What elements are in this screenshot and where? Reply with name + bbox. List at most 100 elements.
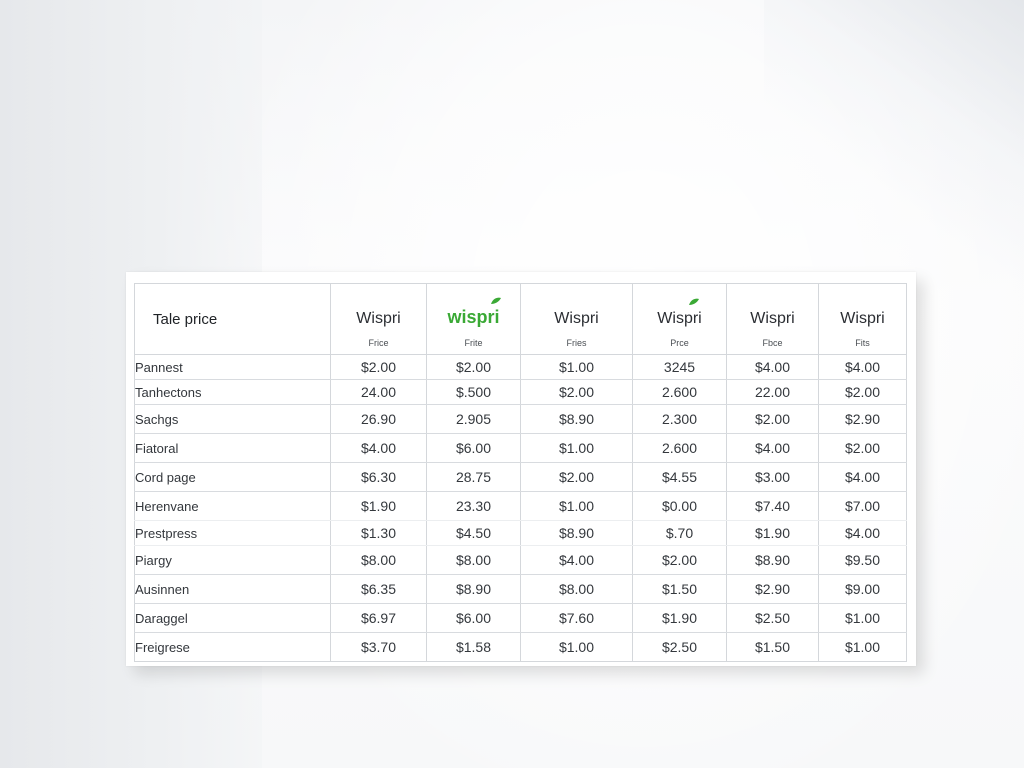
price-cell: $6.30 (330, 462, 427, 492)
brand-header-6[interactable]: Wispri (819, 284, 907, 333)
price-cell: $6.00 (426, 603, 521, 633)
row-label: Prestpress (134, 520, 331, 546)
price-cell: $4.00 (818, 462, 907, 492)
table-title: Tale price (134, 283, 331, 355)
price-cell: $4.00 (726, 433, 819, 463)
brand-header-5[interactable]: Wispri (726, 283, 819, 332)
price-cell: $8.00 (520, 574, 633, 604)
price-cell: $9.50 (818, 545, 907, 575)
price-cell: 2.300 (632, 404, 727, 434)
price-cell: $4.00 (818, 520, 907, 546)
price-cell: $2.00 (520, 379, 633, 405)
brand-name: Wispri (750, 310, 795, 327)
price-cell: $1.00 (844, 639, 881, 655)
table-row[interactable]: Herenvane $1.90 23.30 $1.00 $0.00 $7.40 … (134, 491, 907, 521)
price-cell: $3.70 (330, 632, 427, 662)
price-cell: $1.30 (330, 520, 427, 546)
price-cell: $4.00 (520, 545, 633, 575)
column-subheader: Frite (426, 332, 521, 355)
price-cell: $7.40 (726, 491, 819, 521)
price-cell: $2.00 (426, 354, 521, 380)
price-cell: $8.90 (726, 545, 819, 575)
table-row[interactable]: Cord page $6.30 28.75 $2.00 $4.55 $3.00 … (134, 462, 907, 492)
price-cell: 2.905 (426, 404, 521, 434)
row-label: Ausinnen (134, 574, 331, 604)
price-cell: $1.00 (818, 603, 907, 633)
price-cell: $2.90 (726, 574, 819, 604)
column-subheader: Fries (520, 332, 633, 355)
row-label: Pannest (134, 354, 331, 380)
price-cell: $1.90 (330, 491, 427, 521)
price-cell: $.70 (632, 520, 727, 546)
price-cell: $8.00 (426, 545, 521, 575)
table-row[interactable]: Sachgs 26.90 2.905 $8.90 2.300 $2.00 $2.… (134, 404, 907, 434)
corner-shadow (764, 0, 1024, 300)
brand-name: wispri (447, 307, 500, 327)
price-cell: $1.58 (426, 632, 521, 662)
row-label: Tanhectons (134, 379, 331, 405)
brand-logo: Wispri (657, 298, 702, 328)
brand-header-4[interactable]: Wispri (632, 283, 727, 332)
table-row[interactable]: Ausinnen $6.35 $8.90 $8.00 $1.50 $2.90 $… (134, 574, 907, 604)
table-row[interactable]: Tanhectons 24.00 $.500 $2.00 2.600 22.00… (134, 379, 907, 405)
price-cell: $3.00 (726, 462, 819, 492)
price-cell: $4.00 (726, 354, 819, 380)
price-cell: $1.00 (520, 632, 633, 662)
price-cell: $8.00 (330, 545, 427, 575)
price-cell: $2.00 (818, 433, 907, 463)
price-cell: $9.00 (818, 574, 907, 604)
table-row[interactable]: Pannest $2.00 $2.00 $1.00 3245 $4.00 $4.… (134, 354, 907, 380)
price-cell: $6.35 (330, 574, 427, 604)
brand-name: Wispri (840, 310, 885, 327)
row-label: Piargy (134, 545, 331, 575)
row-label: Freigrese (134, 632, 331, 662)
price-cell: $1.00 (520, 491, 633, 521)
column-subheader: Fbce (726, 332, 819, 355)
price-cell: $2.00 (726, 404, 819, 434)
row-label: Daraggel (134, 603, 331, 633)
leaf-icon (688, 298, 699, 305)
price-cell: $1.90 (726, 520, 819, 546)
table-row[interactable]: Prestpress $1.30 $4.50 $8.90 $.70 $1.90 … (134, 520, 907, 546)
price-cell: $6.97 (330, 603, 427, 633)
price-cell: $1.50 (726, 632, 819, 662)
table-row[interactable]: Piargy $8.00 $8.00 $4.00 $2.00 $8.90 $9.… (134, 545, 907, 575)
price-cell: $4.55 (632, 462, 727, 492)
price-cell: 23.30 (426, 491, 521, 521)
price-cell: $8.90 (520, 520, 633, 546)
row-label: Cord page (134, 462, 331, 492)
price-cell: $2.50 (632, 632, 727, 662)
table-row[interactable]: Freigrese $3.70 $1.58 $1.00 $2.50 $1.50 … (134, 632, 907, 662)
row-label: Herenvane (134, 491, 331, 521)
price-comparison-table: Tale price Wispri wispri Wispri Wispri W… (134, 283, 907, 662)
price-cell: $6.00 (426, 433, 521, 463)
price-cell: $1.00 (520, 354, 633, 380)
brand-header-1[interactable]: Wispri (330, 283, 427, 332)
brand-name: Wispri (657, 310, 702, 327)
brand-header-2[interactable]: wispri (426, 283, 521, 332)
table-row[interactable]: Daraggel $6.97 $6.00 $7.60 $1.90 $2.50 $… (134, 603, 907, 633)
price-cell: $7.00 (818, 491, 907, 521)
price-cell: $1.50 (632, 574, 727, 604)
table-row[interactable]: Fiatoral $4.00 $6.00 $1.00 2.600 $4.00 $… (134, 433, 907, 463)
price-cell: $4.50 (426, 520, 521, 546)
column-subheader: Frice (330, 332, 427, 355)
price-cell: 22.00 (726, 379, 819, 405)
price-cell: $2.00 (818, 379, 907, 405)
price-cell: $8.90 (426, 574, 521, 604)
price-cell: 26.90 (330, 404, 427, 434)
brand-header-row: Tale price Wispri wispri Wispri Wispri W… (134, 283, 907, 355)
price-table-card: Tale price Wispri wispri Wispri Wispri W… (126, 272, 916, 666)
column-subheader: Prce (632, 332, 727, 355)
price-cell: $.500 (426, 379, 521, 405)
price-cell: 24.00 (330, 379, 427, 405)
price-cell: $0.00 (632, 491, 727, 521)
price-cell: $2.00 (632, 545, 727, 575)
price-cell: $7.60 (520, 603, 633, 633)
row-label: Sachgs (134, 404, 331, 434)
price-cell: $1.90 (632, 603, 727, 633)
price-cell: 2.600 (632, 379, 727, 405)
brand-header-3[interactable]: Wispri (520, 283, 633, 332)
price-cell: 3245 (632, 354, 727, 380)
price-cell: $1.00 (520, 433, 633, 463)
